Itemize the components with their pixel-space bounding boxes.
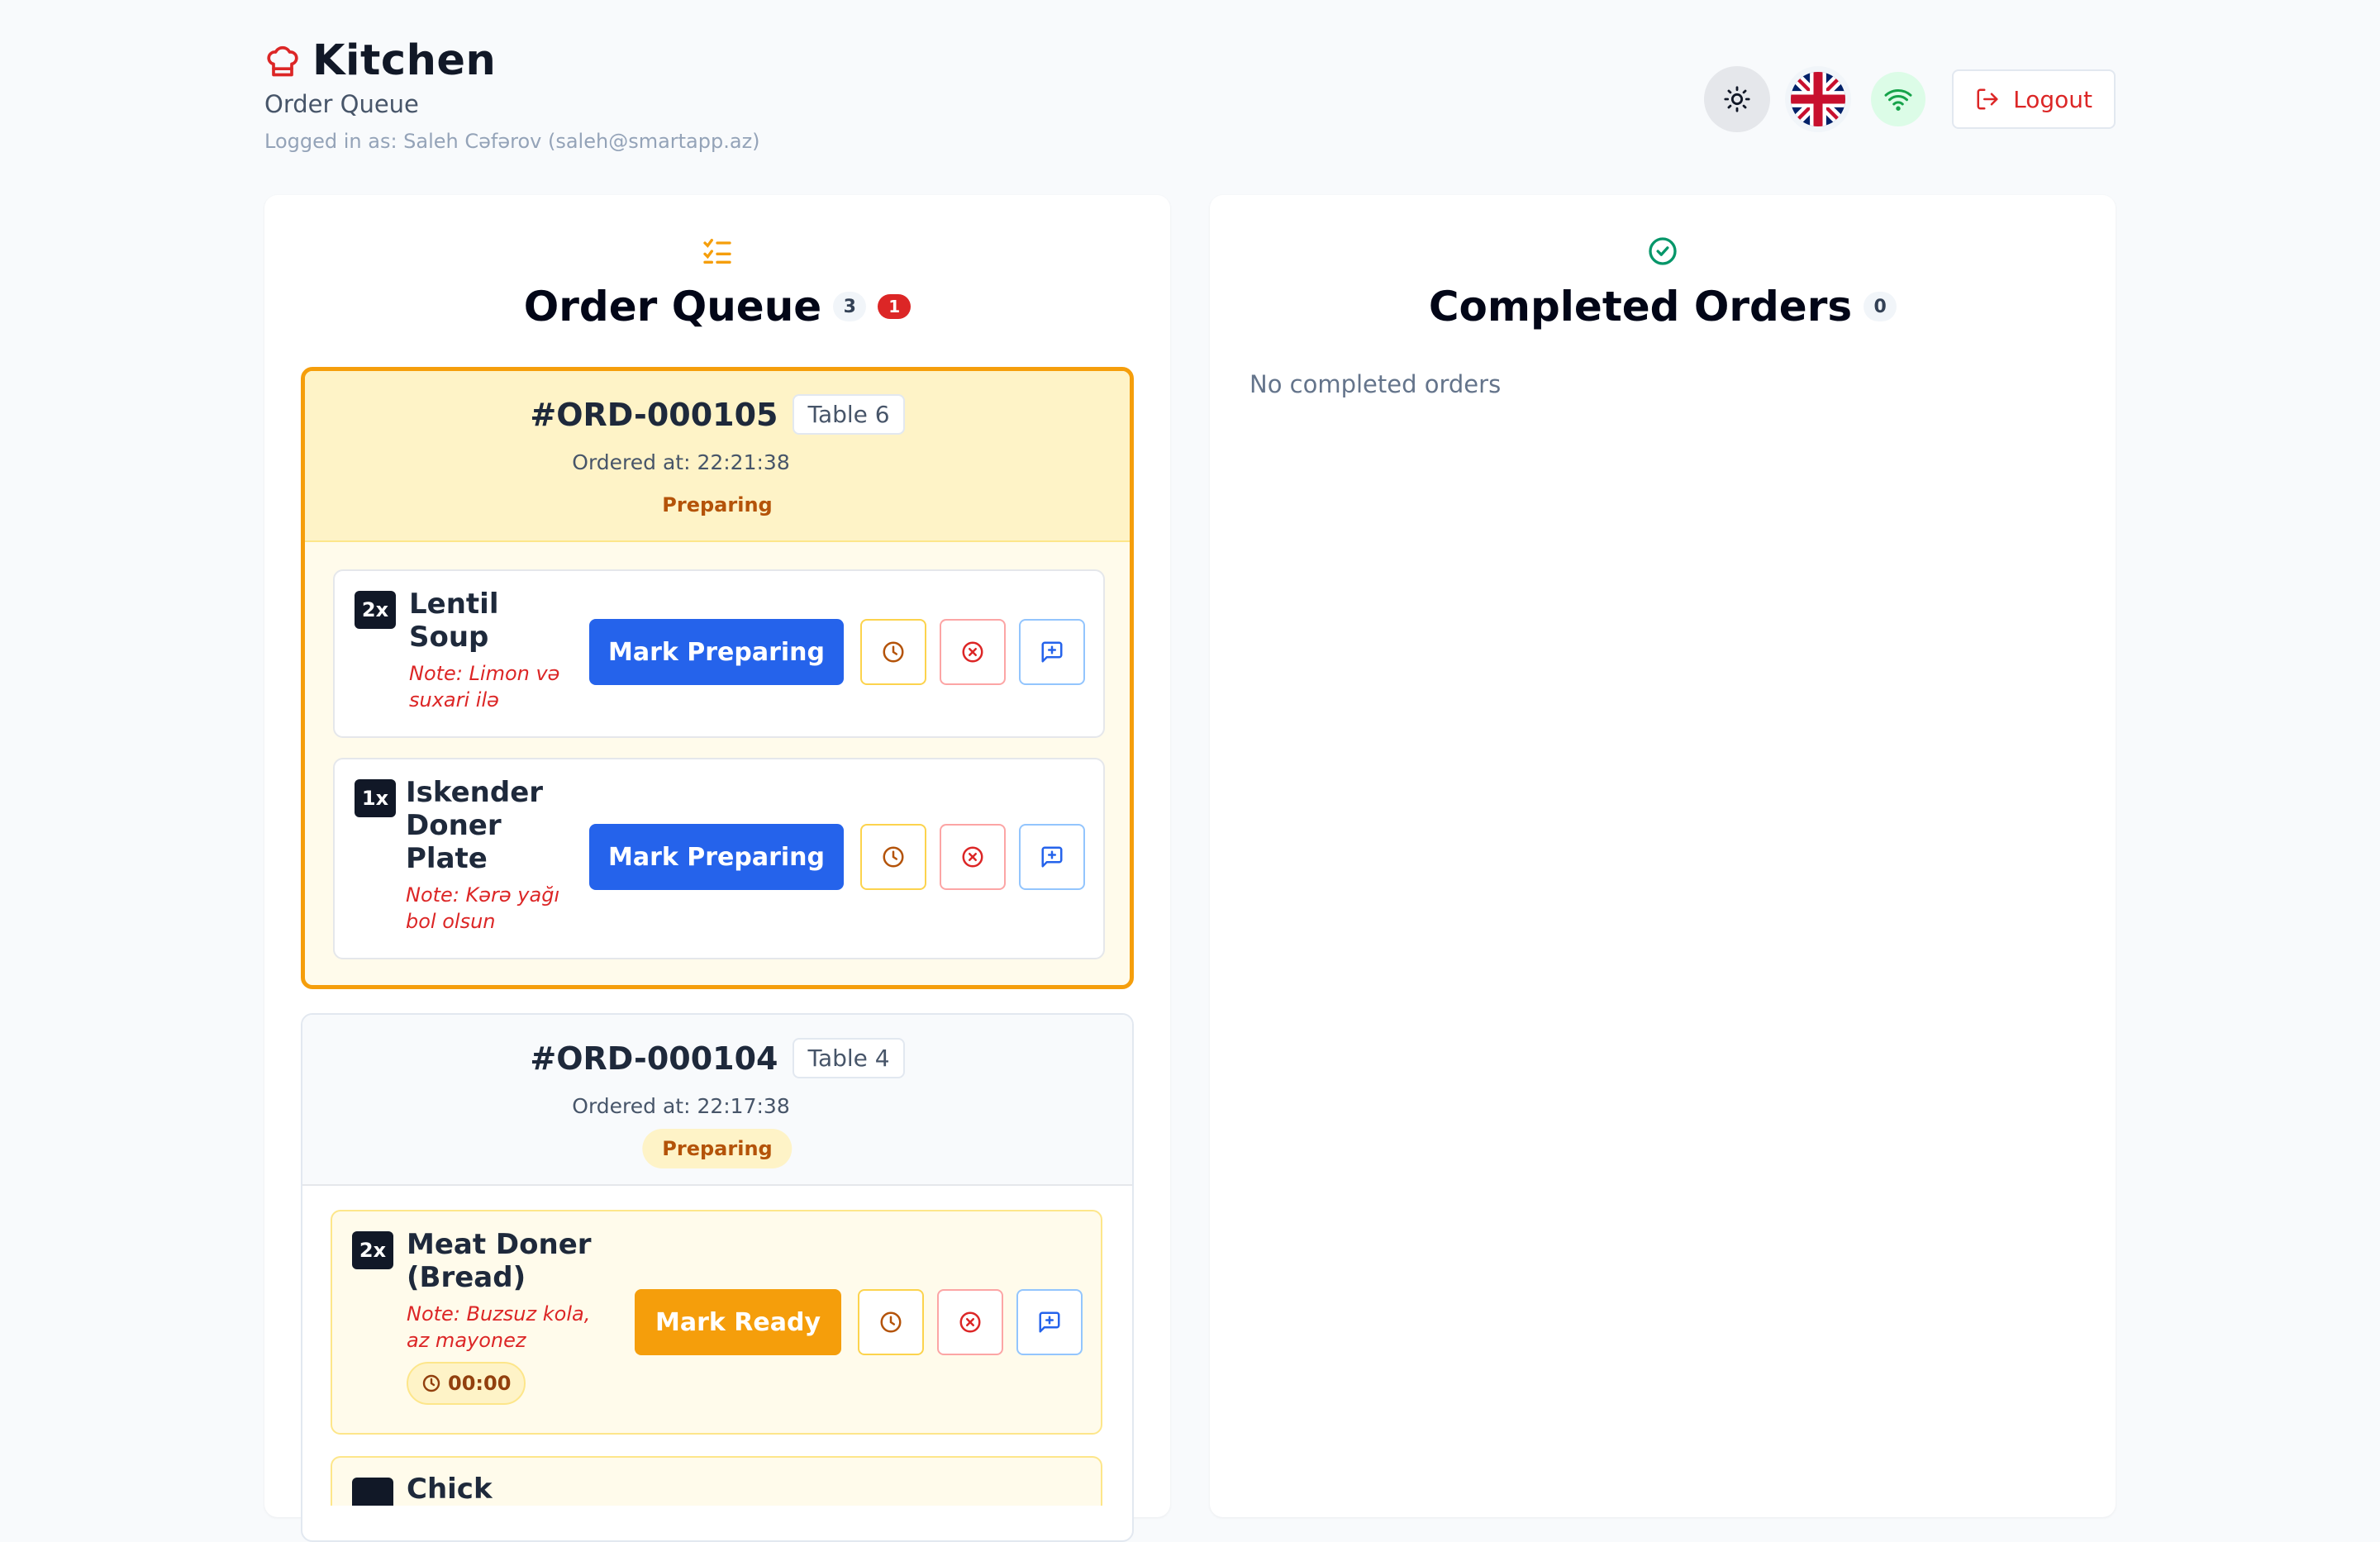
list-checks-icon [703,239,731,264]
table-tag: Table 6 [793,394,905,435]
logout-icon [1977,88,1998,110]
item-timer: 00:00 [407,1362,526,1405]
item-name: Chick [407,1473,493,1506]
timer-value: 00:00 [448,1372,512,1395]
delay-button[interactable] [860,824,926,890]
x-circle-icon [959,1311,981,1333]
logout-label: Logout [2013,85,2092,113]
order-item: 2x Meat Doner (Bread) Note: Buzsuz kola,… [331,1210,1102,1435]
message-plus-icon [1041,846,1063,868]
delay-button[interactable] [860,619,926,685]
message-plus-icon [1041,641,1063,663]
app-header: Kitchen Order Queue Logged in as: Saleh … [264,36,2116,160]
order-time: Ordered at: 22:17:38 [572,1094,790,1118]
order-item: Chick [331,1456,1102,1506]
completed-count-badge: 0 [1864,292,1897,321]
queue-title-row: Order Queue 3 1 [264,283,1170,331]
status-badge: Preparing [642,485,793,525]
logout-button[interactable]: Logout [1952,69,2116,129]
completed-orders-panel: Completed Orders 0 No completed orders [1210,195,2116,1517]
check-circle-icon [1649,237,1677,265]
chef-hat-icon [264,43,301,79]
queue-title: Order Queue [523,283,822,331]
delay-button[interactable] [858,1289,924,1355]
item-note: Note: Kərə yağı bol olsun [406,883,560,933]
cancel-item-button[interactable] [940,824,1006,890]
app-title: Kitchen [312,36,497,85]
item-name: Meat Doner (Bread) [407,1228,592,1294]
completed-title: Completed Orders [1428,283,1853,331]
completed-title-row: Completed Orders 0 [1210,283,2116,331]
order-queue-panel: Order Queue 3 1 #ORD-000105 Table 6 Orde… [264,195,1170,1542]
queue-count-badge: 3 [833,292,867,321]
order-id: #ORD-000105 [530,396,778,433]
wifi-icon [1884,89,1912,111]
mark-ready-button[interactable]: Mark Ready [635,1289,841,1355]
item-quantity: 1x [355,779,396,817]
mark-preparing-button[interactable]: Mark Preparing [589,619,844,685]
order-item: 2x Lentil Soup Note: Limon və suxari ilə… [333,569,1105,738]
queue-alert-badge: 1 [878,294,912,319]
item-quantity: 2x [352,1231,393,1269]
cancel-item-button[interactable] [937,1289,1003,1355]
clock-icon [883,846,904,868]
language-button[interactable] [1785,66,1852,132]
add-note-button[interactable] [1016,1289,1083,1355]
order-header: #ORD-000104 Table 4 Ordered at: 22:17:38… [302,1015,1132,1186]
connection-status[interactable] [1871,72,1926,126]
order-card: #ORD-000105 Table 6 Ordered at: 22:21:38… [301,367,1134,989]
add-note-button[interactable] [1019,824,1085,890]
order-time: Ordered at: 22:21:38 [572,450,790,474]
logged-in-user: Logged in as: Saleh Cəfərov (saleh@smart… [264,130,760,153]
x-circle-icon [962,641,983,663]
sun-icon [1724,86,1750,112]
empty-state-text: No completed orders [1250,370,1502,398]
mark-preparing-button[interactable]: Mark Preparing [589,824,844,890]
order-item: 1x Iskender Doner Plate Note: Kərə yağı … [333,758,1105,959]
item-note: Note: Limon və suxari ilə [409,662,560,712]
x-circle-icon [962,846,983,868]
clock-icon [880,1311,902,1333]
item-note: Note: Buzsuz kola, az mayonez [407,1302,591,1352]
status-badge: Preparing [642,1129,793,1168]
cancel-item-button[interactable] [940,619,1006,685]
theme-toggle-button[interactable] [1704,66,1771,132]
order-id: #ORD-000104 [530,1040,778,1077]
add-note-button[interactable] [1019,619,1085,685]
table-tag: Table 4 [793,1038,905,1078]
order-header: #ORD-000105 Table 6 Ordered at: 22:21:38… [305,371,1130,542]
clock-icon [883,641,904,663]
item-quantity: 2x [355,591,396,629]
uk-flag-icon [1791,72,1846,126]
item-quantity [352,1478,393,1506]
order-card: #ORD-000104 Table 4 Ordered at: 22:17:38… [301,1013,1134,1542]
header-actions: Logout [1704,66,2116,132]
message-plus-icon [1039,1311,1060,1333]
clock-icon [422,1374,440,1392]
item-name: Iskender Doner Plate [406,776,544,875]
item-name: Lentil Soup [409,588,499,654]
